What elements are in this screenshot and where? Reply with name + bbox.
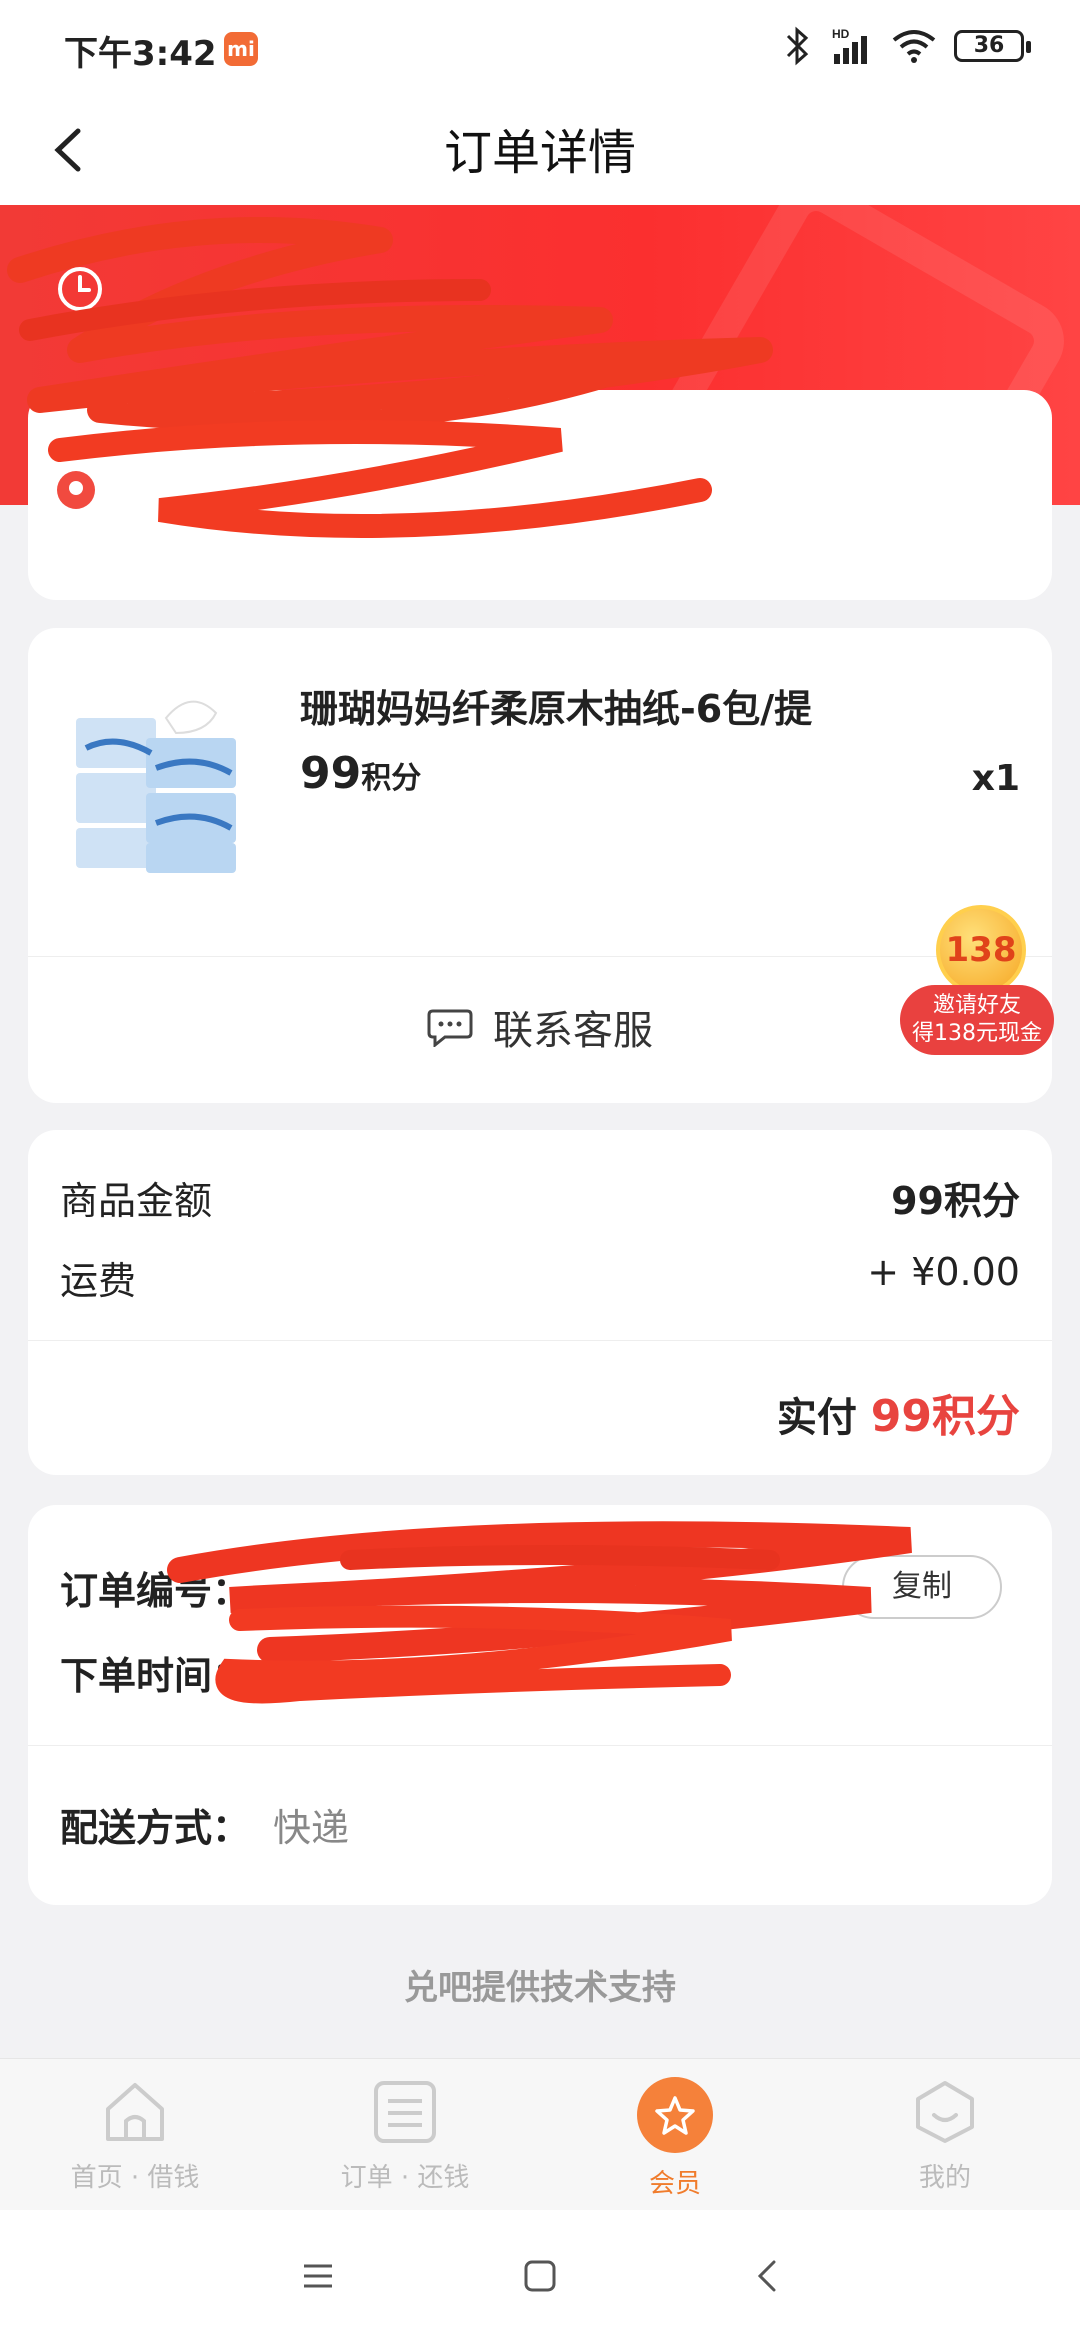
tab-member[interactable]: 会员 xyxy=(540,2077,810,2200)
invite-friends-badge[interactable]: 138 邀请好友 得138元现金 xyxy=(900,905,1054,1055)
product-image[interactable] xyxy=(56,678,256,878)
redaction-scribble xyxy=(167,1521,912,1704)
bottom-tab-bar: 首页 · 借钱 订单 · 还钱 会员 我的 xyxy=(0,2058,1080,2210)
tab-home-label: 首页 · 借钱 xyxy=(70,2163,200,2193)
contact-service-label: 联系客服 xyxy=(493,1008,653,1054)
powered-by-text: 兑吧提供技术支持 xyxy=(404,1968,676,2008)
delivery-method-value: 快递 xyxy=(273,1806,350,1850)
product-price-value: 99 xyxy=(300,748,362,799)
product-title[interactable]: 珊瑚妈妈纤柔原木抽纸-6包/提 xyxy=(300,678,812,733)
star-icon xyxy=(637,2077,713,2153)
status-time: 下午3:42 xyxy=(64,34,217,74)
paid-label: 实付 xyxy=(776,1395,857,1441)
paid-total: 实付 99积分 xyxy=(777,1380,1020,1444)
system-nav-bar xyxy=(0,2210,1080,2340)
invite-label: 邀请好友 得138元现金 xyxy=(900,985,1054,1055)
home-square-icon[interactable] xyxy=(518,2254,562,2298)
order-list-icon xyxy=(374,2081,436,2143)
product-price: 99积分 xyxy=(300,748,421,799)
delivery-method-label: 配送方式： xyxy=(60,1806,251,1850)
battery-icon: 36 xyxy=(954,30,1031,62)
home-icon xyxy=(106,2083,164,2141)
tab-orders[interactable]: 订单 · 还钱 xyxy=(270,2077,540,2194)
wifi-icon xyxy=(892,30,936,63)
tab-profile[interactable]: 我的 xyxy=(810,2077,1080,2194)
chat-bubble-icon xyxy=(427,1009,473,1047)
divider xyxy=(28,956,1052,957)
nav-bar: 订单详情 xyxy=(0,95,1080,205)
paid-value: 99积分 xyxy=(870,1391,1020,1442)
contact-service-button[interactable]: 联系客服 xyxy=(28,998,1052,1056)
invite-line-2: 得138元现金 xyxy=(912,1021,1042,1046)
product-quantity: x1 xyxy=(971,758,1020,799)
bluetooth-icon xyxy=(786,26,809,66)
redaction-scribble xyxy=(7,217,773,538)
goods-amount-label: 商品金额 xyxy=(60,1179,213,1223)
profile-icon xyxy=(916,2081,974,2143)
invite-line-1: 邀请好友 xyxy=(932,993,1021,1018)
tab-profile-label: 我的 xyxy=(918,2163,971,2193)
menu-icon[interactable] xyxy=(296,2254,340,2298)
coin-icon: 138 xyxy=(936,905,1026,995)
tab-orders-label: 订单 · 还钱 xyxy=(340,2163,470,2193)
shipping-label: 运费 xyxy=(60,1259,137,1303)
product-card: 珊瑚妈妈纤柔原木抽纸-6包/提 99积分 x1 联系客服 xyxy=(28,628,1052,1103)
tab-member-label: 会员 xyxy=(648,2169,701,2199)
shipping-value: + ¥0.00 xyxy=(867,1250,1020,1294)
status-bar: 下午3:42 mi HD 36 xyxy=(0,0,1080,95)
mi-notification-icon: mi xyxy=(224,32,258,66)
svg-text:HD: HD xyxy=(832,27,850,41)
cellular-signal-icon: HD xyxy=(832,27,867,64)
product-price-unit: 积分 xyxy=(361,761,422,796)
page-title: 订单详情 xyxy=(443,125,636,181)
amount-card: 商品金额 99积分 运费 + ¥0.00 实付 99积分 xyxy=(28,1130,1052,1475)
divider xyxy=(28,1340,1052,1341)
back-triangle-icon[interactable] xyxy=(746,2254,790,2298)
goods-amount-value: 99积分 xyxy=(891,1179,1020,1223)
tab-home[interactable]: 首页 · 借钱 xyxy=(0,2077,270,2194)
